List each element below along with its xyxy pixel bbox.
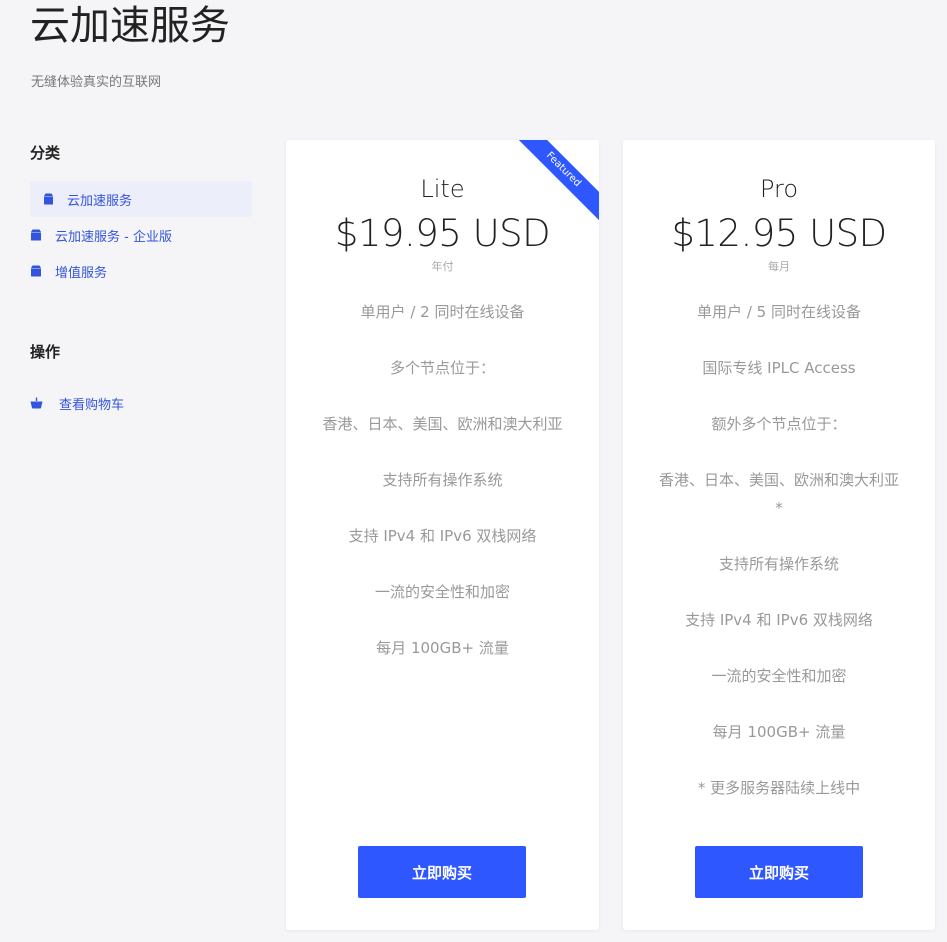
sidebar-item-value-added[interactable]: 增值服务 — [30, 253, 254, 289]
feature-item: 额外多个节点位于： — [711, 415, 847, 433]
plan-card-pro: Pro $12.95 USD 每月 单用户 / 5 同时在线设备 国际专线 IP… — [623, 140, 935, 930]
sidebar-item-label: 查看购物车 — [59, 397, 125, 413]
feature-item: 每月 100GB+ 流量 — [376, 639, 509, 657]
feature-item: 国际专线 IPLC Access — [702, 359, 856, 377]
feature-item: 香港、日本、美国、欧洲和澳大利亚 — [322, 415, 563, 433]
plan-price: $12.95 USD — [671, 212, 887, 255]
sidebar-item-enterprise[interactable]: 云加速服务 - 企业版 — [30, 217, 254, 253]
plan-price: $19.95 USD — [334, 212, 551, 255]
plan-period: 每月 — [768, 260, 790, 273]
feature-item: 支持所有操作系统 — [382, 471, 503, 489]
feature-item: 支持 IPv4 和 IPv6 双栈网络 — [685, 611, 873, 629]
actions-list: 查看购物车 — [30, 385, 254, 421]
plan-card-lite: Featured Lite $19.95 USD 年付 单用户 / 2 同时在线… — [286, 140, 599, 930]
sidebar-item-label: 云加速服务 — [67, 193, 133, 209]
view-cart-link[interactable]: 查看购物车 — [30, 385, 254, 421]
feature-item: 单用户 / 5 同时在线设备 — [697, 303, 861, 321]
feature-list: 单用户 / 5 同时在线设备 国际专线 IPLC Access 额外多个节点位于… — [623, 298, 935, 802]
basket-icon — [30, 397, 43, 409]
buy-now-button[interactable]: 立即购买 — [695, 846, 863, 898]
feature-item: 一流的安全性和加密 — [711, 667, 847, 685]
feature-item: 每月 100GB+ 流量 — [712, 723, 846, 741]
plan-name: Lite — [420, 175, 465, 203]
actions-heading: 操作 — [30, 343, 61, 361]
sidebar-item-cloud-acceleration[interactable]: 云加速服务 — [30, 181, 252, 217]
page-subtitle: 无缝体验真实的互联网 — [31, 75, 162, 90]
box-icon — [42, 193, 55, 205]
sidebar: 分类 云加速服务 云加速服务 - 企业版 增值服务 操作 查看购物车 — [30, 142, 254, 421]
feature-item: 香港、日本、美国、欧洲和澳大利亚* — [658, 471, 899, 517]
categories-heading: 分类 — [30, 144, 61, 162]
feature-item: 支持所有操作系统 — [718, 555, 839, 573]
feature-list: 单用户 / 2 同时在线设备 多个节点位于： 香港、日本、美国、欧洲和澳大利亚 … — [286, 298, 599, 662]
sidebar-item-label: 云加速服务 - 企业版 — [55, 229, 172, 245]
plan-name: Pro — [759, 175, 799, 203]
box-icon — [30, 265, 43, 277]
feature-item: 单用户 / 2 同时在线设备 — [360, 303, 525, 321]
buy-now-button[interactable]: 立即购买 — [358, 846, 526, 898]
feature-item: * 更多服务器陆续上线中 — [697, 779, 861, 797]
box-icon — [30, 229, 43, 241]
categories-list: 云加速服务 云加速服务 - 企业版 增值服务 — [30, 181, 254, 289]
sidebar-item-label: 增值服务 — [55, 265, 108, 281]
plan-period: 年付 — [431, 260, 454, 273]
page-title: 云加速服务 — [30, 3, 230, 49]
feature-item: 一流的安全性和加密 — [374, 583, 510, 601]
feature-item: 多个节点位于： — [389, 359, 495, 377]
feature-item: 支持 IPv4 和 IPv6 双栈网络 — [348, 527, 537, 545]
